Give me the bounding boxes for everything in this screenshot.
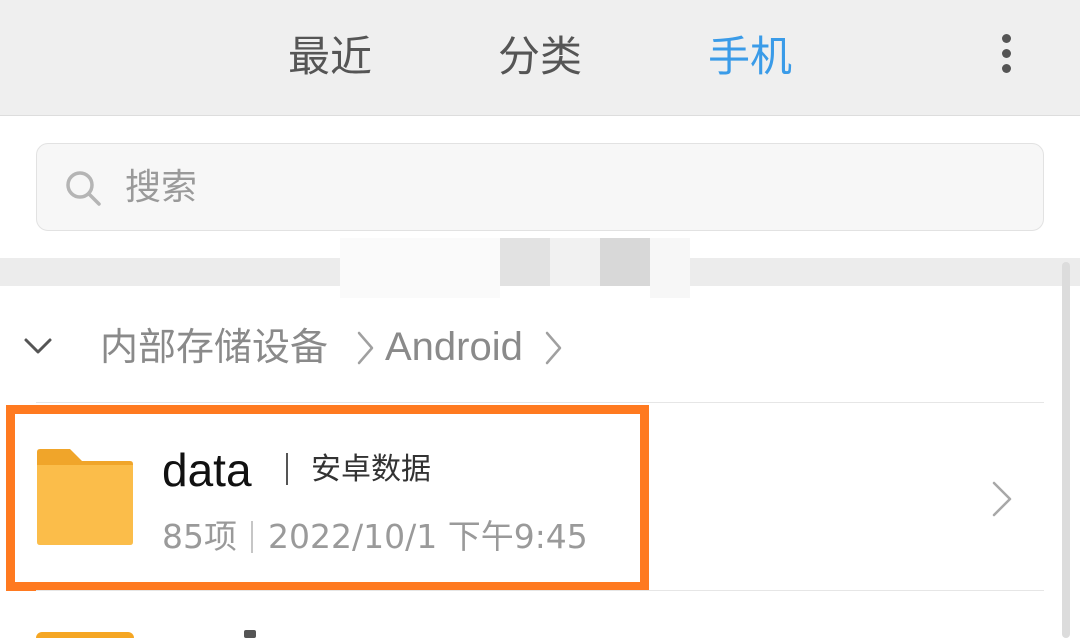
obscured-region: [650, 238, 690, 298]
chevron-right-icon: [992, 481, 1012, 517]
separator: [286, 453, 288, 485]
obscured-region: [600, 238, 650, 286]
file-description: 安卓数据: [311, 452, 431, 487]
tab-recent[interactable]: 最近: [270, 28, 390, 86]
folder-icon: [37, 449, 133, 545]
search-icon: [66, 171, 101, 206]
chevron-right-icon: [545, 331, 562, 365]
separator: [251, 521, 253, 553]
divider: [36, 590, 1044, 591]
breadcrumb-item-internal-storage[interactable]: 内部存储设备: [100, 322, 328, 372]
top-tab-bar: 最近 分类 手机: [0, 0, 1080, 116]
search-input[interactable]: [125, 144, 1025, 230]
tab-phone[interactable]: 手机: [690, 28, 810, 86]
chevron-right-icon: [357, 331, 374, 365]
obscured-region: [340, 238, 500, 298]
modified-date: 2022/10/1 下午9:45: [268, 517, 588, 556]
list-item-folder[interactable]: data 安卓数据 85项 2022/10/1 下午9:45: [0, 403, 1060, 590]
breadcrumb-item-android[interactable]: Android: [385, 322, 523, 372]
file-name: data: [162, 444, 252, 496]
item-count: 85项: [162, 517, 237, 556]
tab-category[interactable]: 分类: [480, 28, 600, 86]
scrollbar[interactable]: [1062, 262, 1070, 638]
breadcrumb: 内部存储设备 Android: [0, 300, 1060, 396]
list-item-peek: [244, 630, 256, 638]
search-box[interactable]: [36, 143, 1044, 231]
obscured-region: [550, 238, 600, 286]
chevron-down-icon[interactable]: [22, 330, 54, 362]
more-vertical-icon[interactable]: [986, 26, 1026, 82]
obscured-region: [500, 238, 550, 286]
folder-icon: [36, 632, 134, 638]
